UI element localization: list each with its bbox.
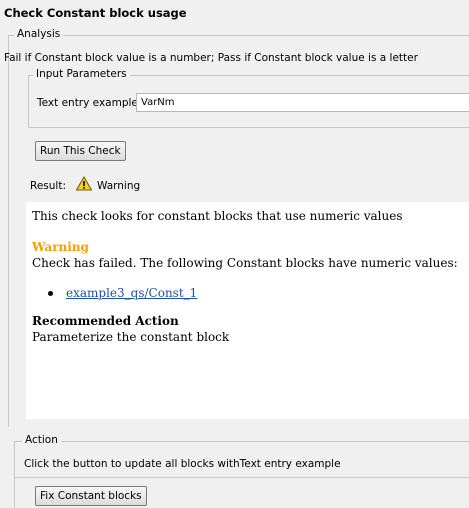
run-this-check-button[interactable]: Run This Check [35,141,126,161]
warning-triangle-icon [75,175,93,191]
analysis-description: Fail if Constant block value is a number… [4,52,418,64]
recommended-action-heading: Recommended Action [32,314,179,328]
page-title: Check Constant block usage [4,6,187,20]
list-bullet [48,291,53,296]
report-item-link[interactable]: example3_qs/Const_1 [66,286,197,300]
action-group-border-left [14,441,15,508]
result-report-panel: This check looks for constant blocks tha… [26,202,469,419]
report-warning-heading: Warning [32,240,89,254]
action-legend: Action [22,434,61,446]
text-entry-label: Text entry example [37,97,138,109]
analysis-legend: Analysis [14,28,64,40]
report-warning-text: Check has failed. The following Constant… [32,256,458,270]
action-description: Click the button to update all blocks wi… [24,458,341,470]
action-group-border-top [14,441,469,442]
input-parameters-border-left [28,75,29,127]
analysis-group-border-top [8,35,469,36]
text-entry-field[interactable] [136,93,469,112]
input-parameters-legend: Input Parameters [33,68,130,80]
input-parameters-border-bottom [28,127,469,128]
recommended-action-text: Parameterize the constant block [32,330,230,344]
result-label: Result: [30,180,66,192]
action-separator [14,477,469,478]
analysis-group-border-left [8,35,9,427]
result-status: Warning [97,180,141,192]
fix-constant-blocks-button[interactable]: Fix Constant blocks [35,486,147,506]
report-intro: This check looks for constant blocks tha… [32,209,403,223]
